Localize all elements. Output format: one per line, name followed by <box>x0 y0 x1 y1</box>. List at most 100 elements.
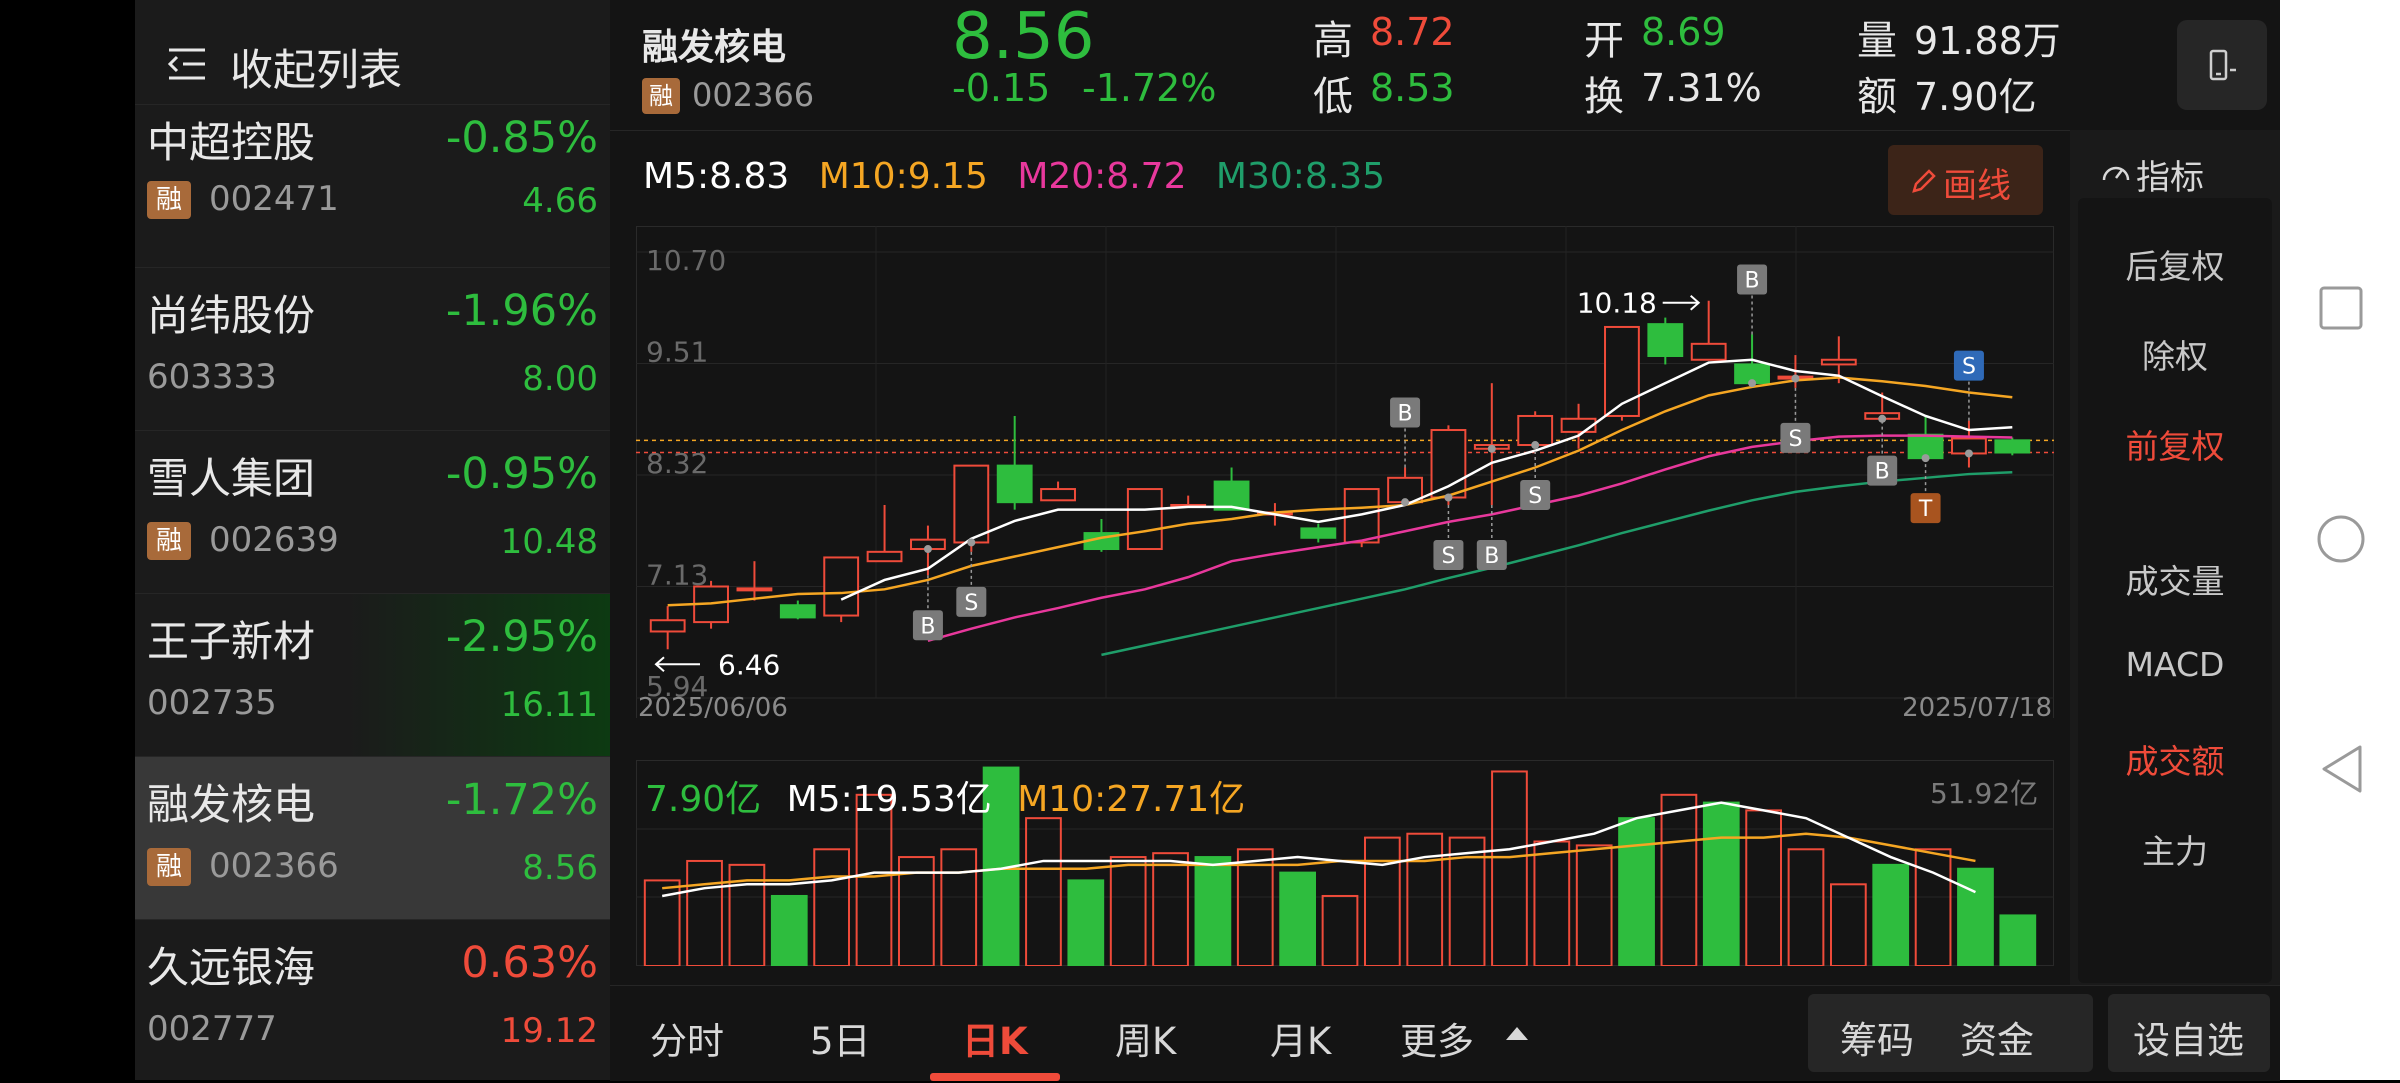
amount-bar <box>1533 840 1571 966</box>
stock-name: 融发核电 <box>642 27 787 68</box>
amount-bar <box>1787 848 1825 966</box>
stock-item-pct: -1.72% <box>445 775 598 825</box>
stock-item-name: 雪人集团 <box>147 454 316 503</box>
chips-funds-group: 筹码 资金 <box>1808 994 2093 1072</box>
y-tick-label: 9.51 <box>646 336 708 369</box>
stock-item-name: 中超控股 <box>147 118 316 167</box>
back-icon[interactable] <box>2320 744 2364 794</box>
chart-frame <box>636 226 2054 718</box>
candle <box>1560 417 1597 433</box>
bs-marker-dot <box>1748 379 1757 388</box>
indicator-item[interactable]: 成交额 <box>2070 735 2280 783</box>
stock-list-item[interactable]: 久远银海 0.63% 002777 19.12 <box>135 919 610 1083</box>
period-tab[interactable]: 5日 <box>810 1011 871 1065</box>
candle <box>1690 342 1727 361</box>
period-tab[interactable]: 周K <box>1115 1011 1176 1065</box>
bs-marker-dot <box>1531 441 1540 450</box>
stock-list-item[interactable]: 融发核电 -1.72% 融 002366 8.56 <box>135 756 610 920</box>
ma30-label: M30:8.35 <box>1215 156 1386 197</box>
indicator-button[interactable]: 指标 <box>2100 148 2270 198</box>
period-tab[interactable]: 分时 <box>650 1011 724 1065</box>
stock-item-code: 002471 <box>209 179 339 219</box>
stock-item-price: 10.48 <box>500 522 598 562</box>
candle <box>1994 439 2031 454</box>
amount-today-label: 7.90亿 <box>645 779 762 820</box>
stock-item-price: 19.12 <box>500 1011 598 1051</box>
amount-m10-label: M10:27.71亿 <box>1017 779 1246 820</box>
amount-max-label: 51.92亿 <box>1930 777 2039 810</box>
stock-item-pct: -1.96% <box>445 286 598 336</box>
period-tab[interactable]: 月K <box>1270 1011 1331 1065</box>
candle <box>1647 323 1684 358</box>
indicator-item[interactable]: 后复权 <box>2070 240 2280 288</box>
gauge-icon <box>2102 166 2130 181</box>
amount-bar <box>1999 914 2037 966</box>
add-watchlist-button[interactable]: 设自选 <box>2108 994 2270 1072</box>
bs-marker-dot <box>1487 444 1496 453</box>
candle <box>1213 480 1250 511</box>
y-tick-label: 10.70 <box>646 244 726 277</box>
home-icon[interactable] <box>2316 514 2366 564</box>
period-tabs: 分时 5日 日K 周K 月K 更多 筹码 资金 设自选 <box>610 985 2280 1081</box>
app-window: 收起列表 中超控股 -0.85% 融 002471 4.66 尚纬股份 -1.96% 6033… <box>0 0 2280 1083</box>
bs-marker-dot <box>1964 449 1973 458</box>
open-value: 8.69 <box>1641 10 1726 54</box>
amount-bar <box>1025 817 1062 966</box>
draw-line-button[interactable]: 画线 <box>1888 145 2043 215</box>
candle <box>736 587 773 592</box>
amount-legend: 7.90亿 M5:19.53亿 M10:27.71亿 <box>645 770 1245 822</box>
stock-item-code: 002366 <box>209 846 339 886</box>
volume-value: 91.88万 <box>1914 19 2061 63</box>
indicator-item[interactable]: 前复权 <box>2070 420 2280 468</box>
bs-marker-dot <box>1401 498 1410 507</box>
add-watchlist-label: 设自选 <box>2133 1019 2244 1062</box>
indicator-item[interactable]: 主力 <box>2070 825 2280 873</box>
amount_ma10-line <box>662 832 1976 890</box>
stock-list-item[interactable]: 尚纬股份 -1.96% 603333 8.00 <box>135 267 610 431</box>
stock-item-code: 002735 <box>147 683 277 723</box>
ma10-line <box>667 376 2013 607</box>
amount-bar <box>1109 856 1147 966</box>
amount-bar <box>1236 848 1274 966</box>
amount-bar <box>1321 894 1359 966</box>
stock-list-item[interactable]: 中超控股 -0.85% 融 002471 4.66 <box>135 104 610 268</box>
amount-bar <box>1745 809 1783 966</box>
recent-apps-icon[interactable] <box>2318 285 2364 331</box>
stock-item-pct: -0.95% <box>445 449 598 499</box>
stock-item-name: 王子新材 <box>147 617 316 666</box>
stock-item-price: 16.11 <box>500 685 598 725</box>
stock-item-price: 4.66 <box>522 181 598 221</box>
volume-label: 量 <box>1857 18 1897 64</box>
turnover-label: 换 <box>1584 74 1624 120</box>
stock-item-pct: -0.85% <box>445 113 598 163</box>
candle <box>823 556 860 617</box>
indicator-item[interactable]: 除权 <box>2070 330 2280 378</box>
price-change: -0.15 <box>952 66 1051 110</box>
stock-list-item[interactable]: 王子新材 -2.95% 002735 16.11 <box>135 593 610 757</box>
amount-bar <box>1914 848 1952 966</box>
chips-button[interactable]: 筹码 <box>1840 1010 1914 1064</box>
bs-marker-label: B <box>1398 402 1413 427</box>
bs-marker-label: S <box>1528 484 1542 509</box>
ma20-label: M20:8.72 <box>1017 156 1187 197</box>
amount-bar <box>1406 832 1444 966</box>
funds-button[interactable]: 资金 <box>1960 1010 2034 1064</box>
open-label: 开 <box>1584 18 1624 64</box>
indicator-item[interactable]: 成交量 <box>2070 555 2280 603</box>
amount-bar <box>1575 844 1613 966</box>
stock-item-price: 8.00 <box>522 359 598 399</box>
stock-item-code: 002639 <box>209 520 339 560</box>
period-tab[interactable]: 更多 <box>1400 1011 1474 1065</box>
low-value: 8.53 <box>1370 66 1455 110</box>
amount-m5-label: M5:19.53亿 <box>786 779 992 820</box>
period-tab[interactable]: 日K <box>962 1011 1028 1065</box>
bs-marker-label: S <box>1788 427 1802 452</box>
stock-item-code: 603333 <box>147 357 277 397</box>
ma-legend: M5:8.83 M10:9.15 M20:8.72 M30:8.35 <box>643 156 1385 197</box>
amount-bar <box>1618 817 1655 966</box>
landscape-toggle-button[interactable] <box>2177 20 2267 110</box>
indicator-item[interactable]: MACD <box>2070 645 2280 684</box>
candle <box>866 550 903 563</box>
kline-chart[interactable]: 10.709.518.327.135.94BSBS BSBSBTS10.186.4… <box>636 226 2054 718</box>
stock-list-item[interactable]: 雪人集团 -0.95% 融 002639 10.48 <box>135 430 610 594</box>
